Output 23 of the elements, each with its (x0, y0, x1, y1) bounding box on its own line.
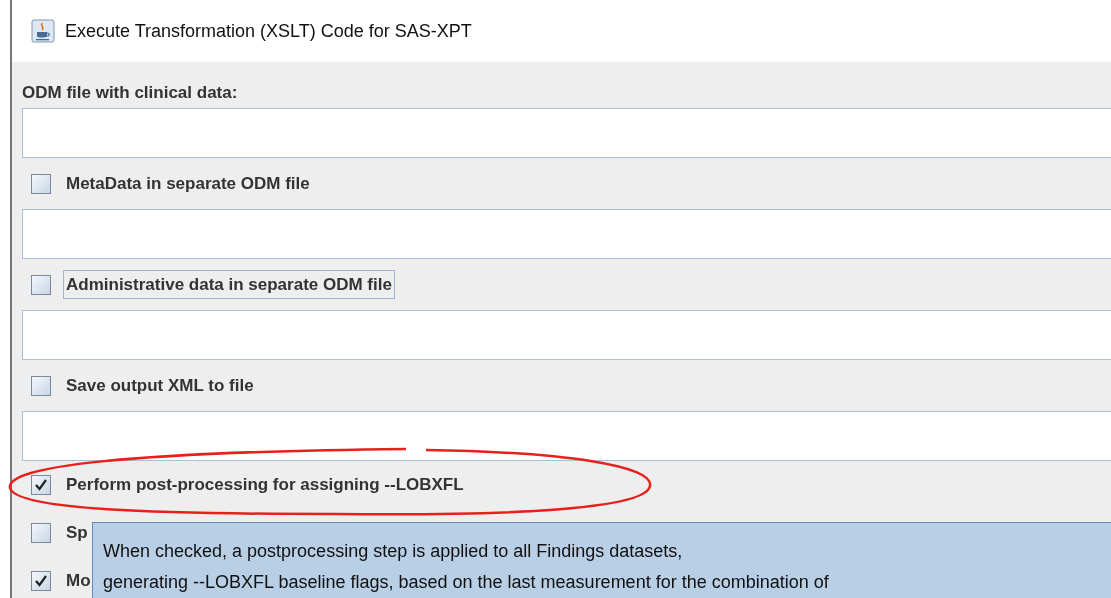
tooltip-text: generating --LOBXFL baseline flags, based on the last measurement for the combination of (103, 571, 830, 594)
checkbox-label: Mo (65, 570, 92, 593)
checkbox[interactable] (31, 173, 51, 194)
checkmark-icon (34, 574, 48, 588)
checkbox[interactable] (31, 375, 51, 396)
window-title: Execute Transformation (XSLT) Code for SAS-XPT (65, 19, 472, 43)
checkbox-label: Sp (65, 522, 89, 545)
input-field[interactable] (22, 108, 1111, 158)
field-label: ODM file with clinical data: (22, 82, 239, 104)
checkbox[interactable] (31, 571, 51, 591)
checkbox[interactable] (31, 274, 51, 295)
tooltip-text: When checked, a postprocessing step is applied to all Findings datasets, (103, 540, 684, 563)
checkbox[interactable] (31, 523, 51, 543)
checkbox-label: Administrative data in separate ODM file (63, 269, 395, 300)
input-field[interactable] (22, 310, 1111, 360)
checkmark-icon (34, 478, 48, 492)
checkbox-label: MetaData in separate ODM file (65, 172, 311, 195)
checkbox-label: Save output XML to file (65, 374, 255, 397)
checkbox[interactable] (31, 475, 51, 495)
java-cup-icon (31, 19, 55, 43)
input-field[interactable] (22, 411, 1111, 461)
checkbox-label: Perform post-processing for assigning --LOBXFL (65, 474, 465, 497)
input-field[interactable] (22, 209, 1111, 259)
